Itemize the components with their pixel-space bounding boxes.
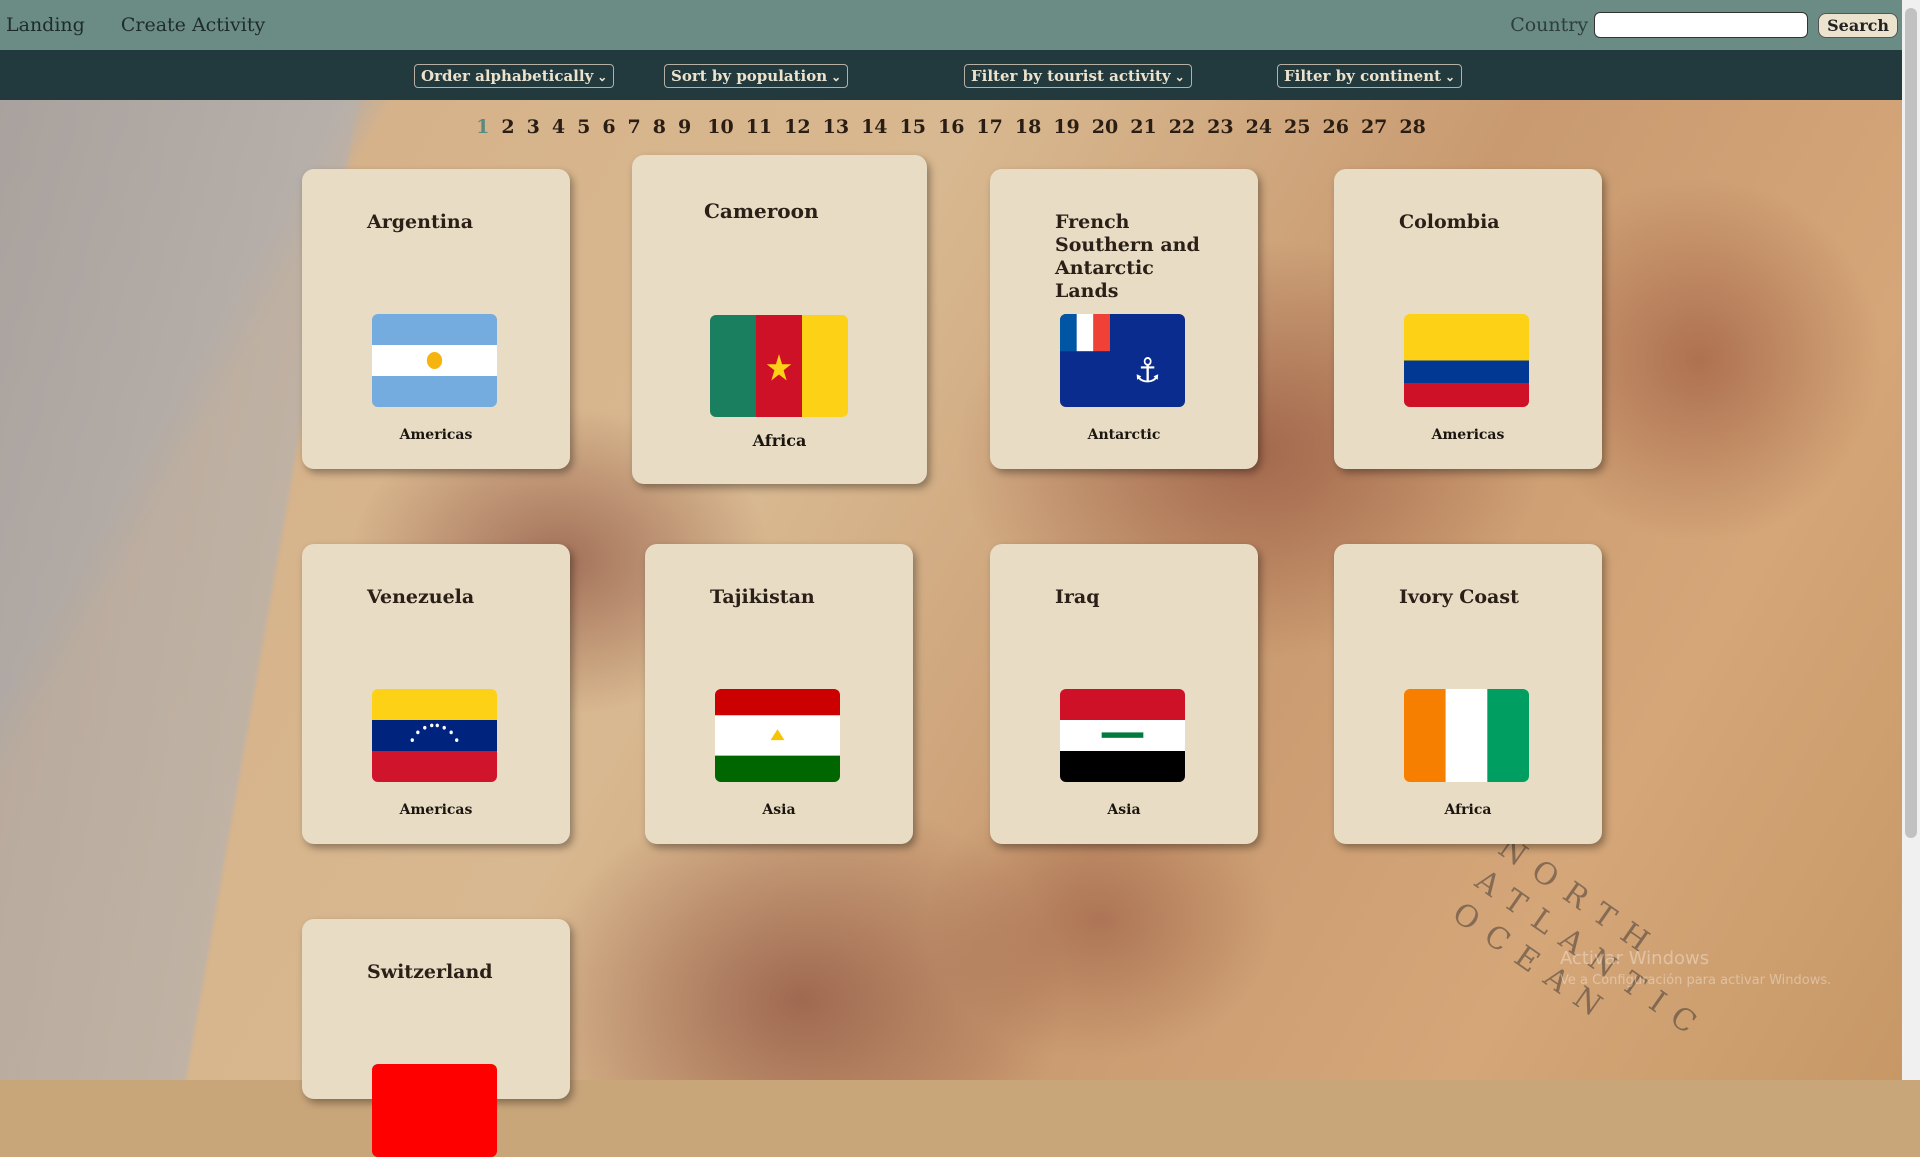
page-19[interactable]: 19 xyxy=(1047,116,1085,138)
filter-tourist-activity-label: Filter by tourist activity xyxy=(971,67,1171,85)
filter-bar: Order alphabetically ⌄ Sort by population… xyxy=(0,50,1902,100)
iraq-flag-icon xyxy=(1060,689,1185,782)
continent-label: Americas xyxy=(1431,427,1505,443)
order-alphabetically-label: Order alphabetically xyxy=(421,67,594,85)
sort-by-population-select[interactable]: Sort by population ⌄ xyxy=(664,64,849,88)
continent-label: Americas xyxy=(399,802,473,818)
country-name: French Southern and Antarctic Lands xyxy=(1055,211,1200,302)
page-1[interactable]: 1 xyxy=(470,116,495,138)
page-24[interactable]: 24 xyxy=(1240,116,1278,138)
page-6[interactable]: 6 xyxy=(596,116,621,138)
chevron-down-icon: ⌄ xyxy=(597,70,608,84)
country-card-colombia[interactable]: Colombia Americas xyxy=(1334,169,1602,469)
order-alphabetically-select[interactable]: Order alphabetically ⌄ xyxy=(414,64,615,88)
continent-label: Americas xyxy=(399,427,473,443)
search-button[interactable]: Search xyxy=(1818,12,1898,38)
page-3[interactable]: 3 xyxy=(521,116,546,138)
page-15[interactable]: 15 xyxy=(894,116,932,138)
scrollbar-thumb[interactable] xyxy=(1905,8,1917,838)
country-card-switzerland[interactable]: Switzerland xyxy=(302,919,570,1157)
page-14[interactable]: 14 xyxy=(855,116,893,138)
chevron-down-icon: ⌄ xyxy=(1174,70,1185,84)
country-name: Switzerland xyxy=(367,961,493,983)
page-16[interactable]: 16 xyxy=(932,116,970,138)
page-23[interactable]: 23 xyxy=(1201,116,1239,138)
watermark-subtitle: Ve a Configuración para activar Windows. xyxy=(1560,973,1832,988)
filter-continent-label: Filter by continent xyxy=(1284,67,1442,85)
switzerland-flag-icon xyxy=(372,1064,497,1157)
filter-continent-select[interactable]: Filter by continent ⌄ xyxy=(1277,64,1463,88)
tajikistan-flag-icon xyxy=(715,689,840,782)
nav-create-activity-link[interactable]: Create Activity xyxy=(121,14,265,36)
top-navbar: Landing Create Activity Country Search xyxy=(0,0,1902,50)
nav-landing-link[interactable]: Landing xyxy=(6,14,85,36)
windows-activation-watermark: Activar Windows Ve a Configuración para … xyxy=(1560,948,1831,988)
country-name: Ivory Coast xyxy=(1399,586,1519,608)
pagination: 1 2 3 4 5 6 7 8 9 10 11 12 13 14 15 16 1… xyxy=(0,116,1902,138)
page-25[interactable]: 25 xyxy=(1278,116,1316,138)
page-2[interactable]: 2 xyxy=(495,116,520,138)
country-card-french-southern-lands[interactable]: French Southern and Antarctic Lands ⚓ An… xyxy=(990,169,1258,469)
country-name: Iraq xyxy=(1055,586,1100,608)
search-label: Country xyxy=(1510,14,1589,36)
chevron-down-icon: ⌄ xyxy=(1445,70,1456,84)
country-name: Tajikistan xyxy=(710,586,815,608)
page-12[interactable]: 12 xyxy=(778,116,816,138)
country-card-ivory-coast[interactable]: Ivory Coast Africa xyxy=(1334,544,1602,844)
country-name: Venezuela xyxy=(367,586,475,608)
search-form: Country Search xyxy=(1510,12,1898,38)
country-search-input[interactable] xyxy=(1594,12,1809,38)
page-13[interactable]: 13 xyxy=(817,116,855,138)
cameroon-flag-icon xyxy=(710,315,848,417)
ivory-coast-flag-icon xyxy=(1404,689,1529,782)
page-26[interactable]: 26 xyxy=(1317,116,1355,138)
country-card-venezuela[interactable]: Venezuela Americas xyxy=(302,544,570,844)
page-28[interactable]: 28 xyxy=(1393,116,1431,138)
country-card-argentina[interactable]: Argentina Americas xyxy=(302,169,570,469)
page-21[interactable]: 21 xyxy=(1124,116,1162,138)
country-card-tajikistan[interactable]: Tajikistan Asia xyxy=(645,544,913,844)
page-9[interactable]: 9 xyxy=(672,116,697,138)
continent-label: Antarctic xyxy=(1087,427,1161,443)
page-4[interactable]: 4 xyxy=(546,116,571,138)
page-5[interactable]: 5 xyxy=(571,116,596,138)
continent-label: Asia xyxy=(762,802,796,818)
chevron-down-icon: ⌄ xyxy=(831,70,842,84)
page-27[interactable]: 27 xyxy=(1355,116,1393,138)
page-11[interactable]: 11 xyxy=(740,116,778,138)
continent-label: Africa xyxy=(752,431,807,450)
country-card-iraq[interactable]: Iraq Asia xyxy=(990,544,1258,844)
continent-label: Asia xyxy=(1107,802,1141,818)
watermark-title: Activar Windows xyxy=(1560,948,1710,969)
country-name: Colombia xyxy=(1399,211,1500,233)
page-17[interactable]: 17 xyxy=(970,116,1008,138)
page-7[interactable]: 7 xyxy=(622,116,647,138)
vertical-scrollbar[interactable] xyxy=(1902,0,1920,1080)
filter-tourist-activity-select[interactable]: Filter by tourist activity ⌄ xyxy=(964,64,1192,88)
venezuela-flag-icon xyxy=(372,689,497,782)
continent-label: Africa xyxy=(1444,802,1492,818)
page-18[interactable]: 18 xyxy=(1009,116,1047,138)
page-22[interactable]: 22 xyxy=(1163,116,1201,138)
sort-by-population-label: Sort by population xyxy=(671,67,828,85)
french-southern-flag-icon: ⚓ xyxy=(1060,314,1185,407)
country-name: Cameroon xyxy=(704,199,819,223)
page-8[interactable]: 8 xyxy=(647,116,672,138)
country-card-cameroon[interactable]: Cameroon Africa xyxy=(632,155,927,484)
country-name: Argentina xyxy=(367,211,474,233)
colombia-flag-icon xyxy=(1404,314,1529,407)
page-20[interactable]: 20 xyxy=(1086,116,1124,138)
page-10[interactable]: 10 xyxy=(701,116,739,138)
svg-text:⚓: ⚓ xyxy=(1134,351,1161,391)
argentina-flag-icon xyxy=(372,314,497,407)
